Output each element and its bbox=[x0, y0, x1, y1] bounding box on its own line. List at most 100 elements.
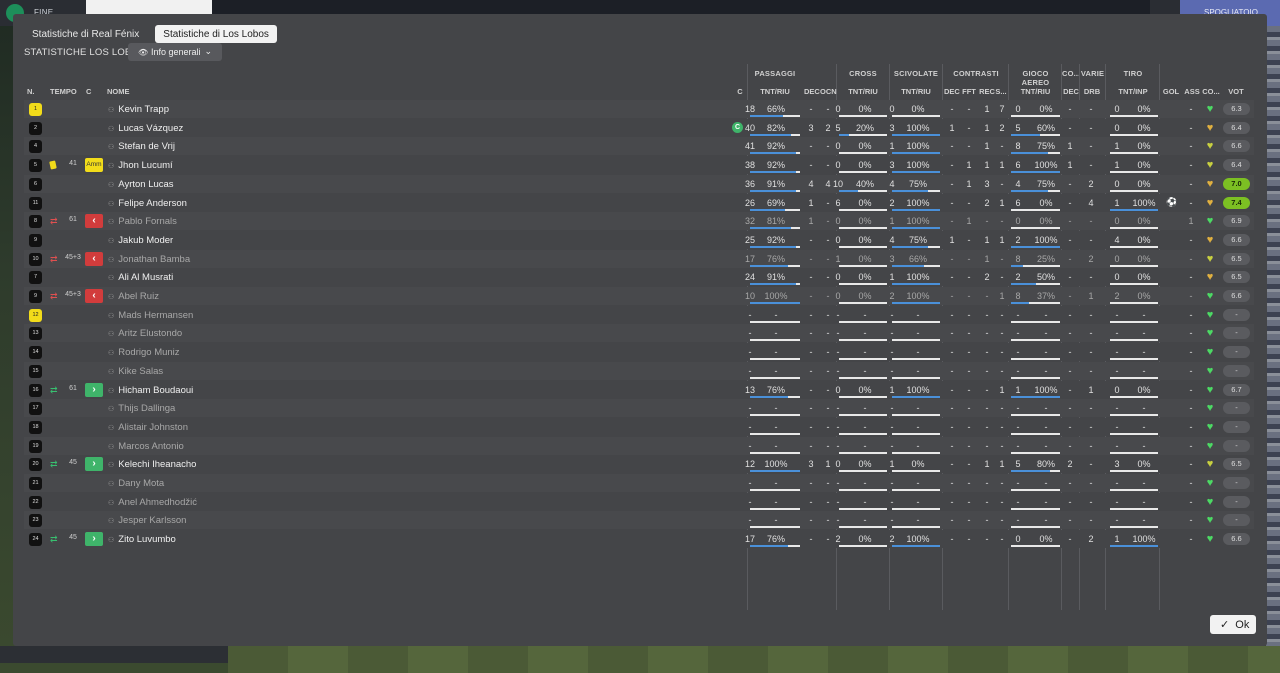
person-icon: ⚇ bbox=[108, 125, 115, 133]
player-name[interactable]: ⚇ Rodrigo Muniz bbox=[108, 347, 180, 358]
stat-cell: 1 bbox=[808, 216, 814, 227]
player-name[interactable]: ⚇ Ayrton Lucas bbox=[108, 179, 174, 190]
player-row[interactable]: 10 ⇄ 45+3 ‹ ⚇ Jonathan Bamba 17 76% - -1 0% 3 66% - -1… bbox=[24, 249, 1254, 268]
stat-bar bbox=[892, 133, 940, 136]
player-name[interactable]: ⚇ Stefan de Vrij bbox=[108, 141, 175, 152]
player-row[interactable]: 9 ⚇ Jakub Moder 25 92% - -0 0% 4 75% 1-1 1 2 100% - -4 0… bbox=[24, 230, 1254, 249]
player-row[interactable]: 21 ⚇ Dany Mota - - - - - - - - - - - - - - - - - - - ♥ - bbox=[24, 474, 1254, 492]
player-name[interactable]: ⚇ Ali Al Musrati bbox=[108, 272, 173, 283]
player-name[interactable]: ⚇ Jonathan Bamba bbox=[108, 254, 190, 265]
stat-cell: - bbox=[774, 365, 778, 376]
stat-cell: - bbox=[774, 515, 778, 526]
stat-cell: - bbox=[1016, 421, 1020, 432]
player-row[interactable]: 18 ⚇ Alistair Johnston - - - - - - - - - - - - - - - - - - - ♥… bbox=[24, 417, 1254, 436]
stat-cell: 8 bbox=[1015, 291, 1021, 301]
stat-bar bbox=[839, 264, 887, 267]
player-row[interactable]: 8 ⇄ 61 ‹ ⚇ Pablo Fornals 32 81% 1-0 0% 1 100% -1- -0 0… bbox=[24, 212, 1254, 231]
stat-cell: 1 bbox=[984, 141, 990, 152]
stat-cell: 100% bbox=[1132, 197, 1156, 208]
stat-cell: - bbox=[1000, 515, 1004, 526]
player-name[interactable]: ⚇ Jesper Karlsson bbox=[108, 515, 186, 526]
player-name[interactable]: ⚇ Mads Hermansen bbox=[108, 310, 193, 321]
player-row[interactable]: 19 ⚇ Marcos Antonio - - - - - - - - - - - - - - - - - - - ♥ - bbox=[24, 436, 1254, 455]
player-name[interactable]: ⚇ Aritz Elustondo bbox=[108, 328, 182, 339]
player-name[interactable]: ⚇ Jakub Moder bbox=[108, 235, 173, 246]
stat-cell: 0% bbox=[911, 459, 925, 470]
stat-cell: - bbox=[1000, 421, 1004, 432]
ok-button[interactable]: ✓ Ok bbox=[1210, 615, 1256, 634]
player-name[interactable]: ⚇ Zito Luvumbo bbox=[108, 534, 176, 545]
player-name[interactable]: ⚇ Marcos Antonio bbox=[108, 441, 184, 452]
group-header: PASSAGGI bbox=[754, 69, 796, 78]
player-name[interactable]: ⚇ Hicham Boudaoui bbox=[108, 385, 193, 396]
player-row[interactable]: 12 ⚇ Mads Hermansen - - - - - - - - - - - - - - - - - - - ♥ - bbox=[24, 305, 1254, 324]
column-header: TNT/RIU bbox=[760, 87, 790, 96]
stat-bar bbox=[839, 489, 887, 491]
stat-cell: 4 bbox=[1114, 234, 1120, 245]
stat-cell: 3 bbox=[808, 122, 814, 133]
stat-bar bbox=[750, 358, 800, 361]
chevron-down-icon: ⌄ bbox=[204, 46, 212, 56]
stat-bar bbox=[750, 507, 800, 510]
player-name[interactable]: ⚇ Pablo Fornals bbox=[108, 216, 177, 227]
player-row[interactable]: 9 ⇄ 45+3 ‹ ⚇ Abel Ruiz 10 100% - -0 0% 2 100% - - -1 8 37… bbox=[24, 287, 1254, 305]
player-row[interactable]: 23 ⚇ Jesper Karlsson - - - - - - - - - - - - - - - - - - - ♥ - bbox=[24, 511, 1254, 530]
player-name[interactable]: ⚇ Abel Ruiz bbox=[108, 291, 159, 302]
player-row[interactable]: 6 ⚇ Ayrton Lucas 36 91% 4 4 10 40% 4 75% -1 3-4 75% -2… bbox=[24, 174, 1254, 193]
player-row[interactable]: 13 ⚇ Aritz Elustondo - - - - - - - - - - - - - - - - - - - ♥ - bbox=[24, 324, 1254, 343]
stat-cell: 0 bbox=[1015, 534, 1021, 545]
person-icon: ⚇ bbox=[108, 387, 115, 395]
player-row[interactable]: 5 41 Amm ⚇ Jhon Lucumí 38 92% - -0 0% 3 100% -1 1 1 6 10… bbox=[24, 156, 1254, 175]
stat-bar bbox=[839, 283, 887, 286]
player-name[interactable]: ⚇ Jhon Lucumí bbox=[108, 160, 173, 171]
tab-real-fenix[interactable]: Statistiche di Real Fénix bbox=[24, 25, 147, 43]
player-name[interactable]: ⚇ Felipe Anderson bbox=[108, 198, 187, 209]
player-name[interactable]: ⚇ Dany Mota bbox=[108, 478, 164, 489]
event-time: 45+3 bbox=[65, 253, 81, 261]
rating-badge: 6.6 bbox=[1223, 533, 1250, 546]
player-name[interactable]: ⚇ Thijs Dallinga bbox=[108, 403, 175, 414]
condition-heart-icon: ♥ bbox=[1206, 420, 1214, 433]
player-row[interactable]: 7 ⚇ Ali Al Musrati 24 91% - -0 0% 1 100% - -2-2 50% -… bbox=[24, 268, 1254, 287]
stat-cell: - bbox=[748, 440, 752, 451]
player-row[interactable]: 11 ⚇ Felipe Anderson 26 69% 1-6 0% 2 100% - -2 1 6 0%… bbox=[24, 193, 1254, 212]
view-dropdown[interactable]: 👁 Info generali ⌄ bbox=[128, 43, 222, 61]
player-name[interactable]: ⚇ Lucas Vázquez bbox=[108, 123, 183, 134]
condition-heart-icon: ♥ bbox=[1206, 271, 1214, 284]
player-name[interactable]: ⚇ Anel Ahmedhodžić bbox=[108, 497, 197, 508]
stat-bar-fill bbox=[892, 227, 940, 230]
player-row[interactable]: 4 ⚇ Stefan de Vrij 41 92% - -0 0% 1 100% - -1-8 75% 1… bbox=[24, 137, 1254, 156]
player-row[interactable]: 2 ⚇ Lucas Vázquez C 40 82% 3 2 5 20% 3 100% 1-1 2 5 60%… bbox=[24, 118, 1254, 137]
player-name[interactable]: ⚇ Alistair Johnston bbox=[108, 422, 188, 433]
stat-cell: - bbox=[967, 384, 971, 395]
stat-cell: 1 bbox=[999, 384, 1005, 395]
stat-cell: 76% bbox=[766, 384, 785, 395]
player-row[interactable]: 15 ⚇ Kike Salas - - - - - - - - - - - - - - - - - - - ♥ - bbox=[24, 361, 1254, 380]
player-row[interactable]: 17 ⚇ Thijs Dallinga - - - - - - - - - - - - - - - - - - - ♥ - bbox=[24, 399, 1254, 418]
tab-los-lobos[interactable]: Statistiche di Los Lobos bbox=[155, 25, 277, 43]
stat-bar bbox=[1011, 451, 1060, 454]
player-name[interactable]: ⚇ Kelechi Iheanacho bbox=[108, 459, 196, 470]
stat-bar bbox=[1011, 339, 1060, 342]
stat-cell: - bbox=[985, 515, 989, 526]
stat-bar bbox=[750, 283, 800, 286]
stat-bar-fill bbox=[892, 171, 940, 174]
stat-cell: 76% bbox=[766, 253, 785, 264]
player-row[interactable]: 22 ⚇ Anel Ahmedhodžić - - - - - - - - - - - - - - - - - - - ♥ - bbox=[24, 492, 1254, 511]
stat-bar bbox=[839, 432, 887, 435]
player-row[interactable]: 20 ⇄ 45 › ⚇ Kelechi Iheanacho 12 100% 3 1 0 0% 1 0% - -… bbox=[24, 455, 1254, 474]
stat-cell: 8 bbox=[1015, 141, 1021, 152]
stat-bar bbox=[1011, 320, 1060, 323]
stat-cell: - bbox=[1000, 347, 1004, 358]
player-row[interactable]: 24 ⇄ 45 › ⚇ Zito Luvumbo 17 76% - -2 0% 2 100% - - - -0 0… bbox=[24, 530, 1254, 549]
player-row[interactable]: 14 ⚇ Rodrigo Muniz - - - - - - - - - - - - - - - - - - - ♥ - bbox=[24, 343, 1254, 362]
rating-badge: 6.6 bbox=[1223, 290, 1250, 302]
stat-cell: 3 bbox=[889, 122, 895, 133]
column-header: DEC bbox=[944, 87, 960, 96]
player-row[interactable]: 16 ⇄ 61 › ⚇ Hicham Boudaoui 13 76% - -0 0% 1 100% - - -… bbox=[24, 380, 1254, 399]
column-header: DRB bbox=[1083, 87, 1101, 96]
player-name[interactable]: ⚇ Kevin Trapp bbox=[108, 104, 169, 115]
stat-cell: - bbox=[1115, 496, 1119, 507]
player-row[interactable]: 1 ⚇ Kevin Trapp 18 66% - -0 0% 0 0% - -1 7 0 0% - -0 0% - ♥… bbox=[24, 100, 1254, 118]
player-name[interactable]: ⚇ Kike Salas bbox=[108, 366, 163, 377]
